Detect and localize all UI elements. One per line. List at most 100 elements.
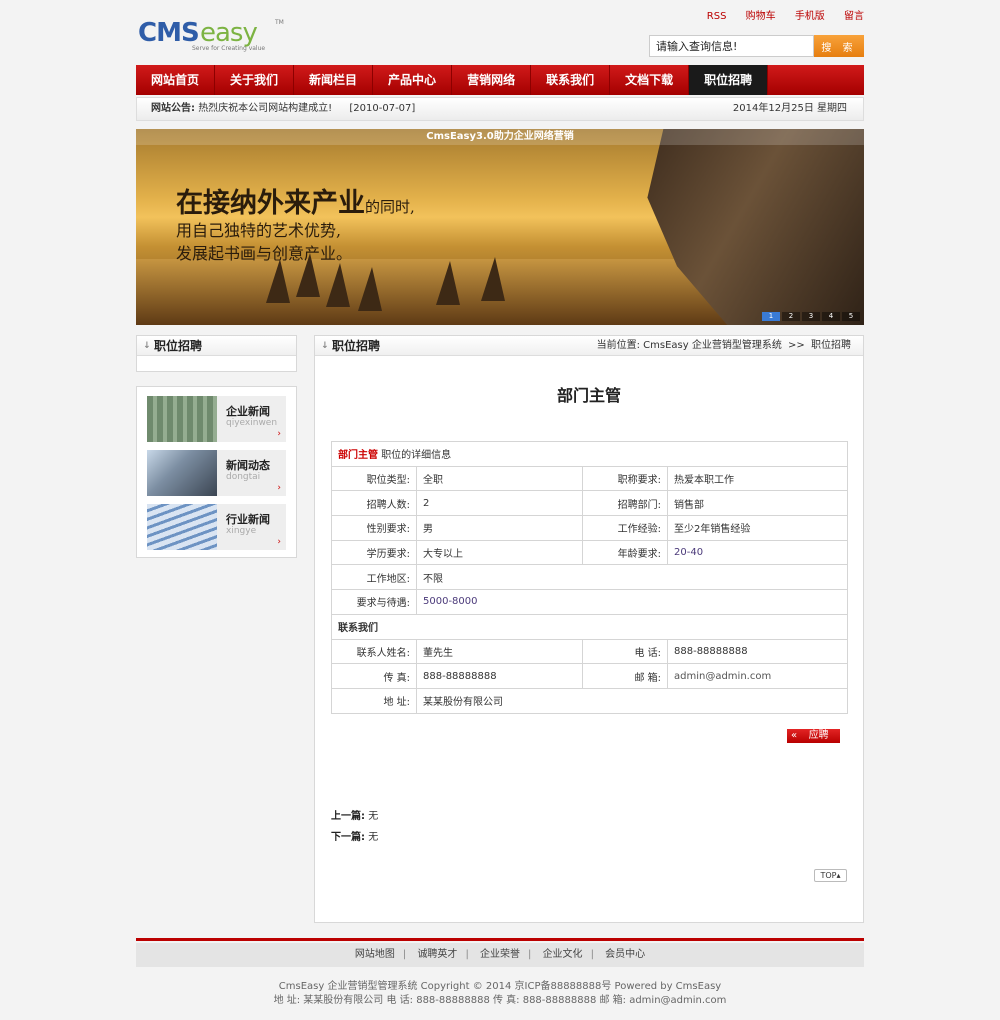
pager-dot-4[interactable]: 4 [822,312,840,321]
category-item[interactable]: 新闻动态 dongtai › [147,450,286,496]
pager-dot-3[interactable]: 3 [802,312,820,321]
detail-header: 部门主管 职位的详细信息 [331,441,848,467]
field-label: 年龄要求: [582,539,668,566]
rss-link[interactable]: RSS [707,11,727,22]
field-label: 邮 箱: [582,663,668,689]
search-input[interactable] [649,35,814,57]
nav-jobs[interactable]: 职位招聘 [689,65,769,95]
field-label: 联系人姓名: [331,638,417,665]
field-label: 地 址: [331,687,417,714]
field-value: 全职 [416,465,583,492]
nav-about[interactable]: 关于我们 [215,65,295,95]
field-label: 职称要求: [582,465,668,492]
search-bar: 搜 索 [649,35,864,57]
field-value: 热爱本职工作 [667,465,848,492]
nav-home[interactable]: 网站首页 [136,65,216,95]
sail-icon [436,261,460,305]
prev-next-links: 上一篇: 无 下一篇: 无 [331,806,378,848]
footer-link-member[interactable]: 会员中心 [605,949,645,960]
footer-link-culture[interactable]: 企业文化 [543,949,583,960]
prev-link[interactable]: 上一篇: 无 [331,806,378,827]
footer-link-honors[interactable]: 企业荣誉 [480,949,520,960]
banner-headline: 在接纳外来产业的同时, [176,188,415,219]
table-row: 联系人姓名: 董先生 电 话: 888-88888888 [331,638,848,665]
field-value: 销售部 [667,490,848,517]
field-label: 性别要求: [331,515,417,541]
breadcrumb-site[interactable]: CmsEasy 企业营销型管理系统 [643,340,782,351]
top-links: RSS 购物车 手机版 留言 [691,7,864,22]
logo-tagline: Serve for Creating value [192,45,265,52]
category-title: 企业新闻 [226,405,270,418]
nav-marketing[interactable]: 营销网络 [452,65,532,95]
svg-text:TM: TM [274,19,284,26]
main-title: 职位招聘 [332,339,381,353]
pager-dot-2[interactable]: 2 [782,312,800,321]
category-sub: xingye [226,526,257,536]
today-date: 2014年12月25日 星期四 [732,103,847,114]
category-item[interactable]: 企业新闻 qiyexinwen › [147,396,286,442]
nav-products[interactable]: 产品中心 [373,65,453,95]
field-label: 要求与待遇: [331,589,417,615]
field-value: 2 [416,490,583,517]
field-value: 不限 [416,564,848,591]
footer-links: 网站地图 | 诚聘英才 | 企业荣誉 | 企业文化 | 会员中心 [136,943,864,967]
message-link[interactable]: 留言 [844,11,864,22]
footer-link-jobs[interactable]: 诚聘英才 [417,949,457,960]
field-value: 5000-8000 [416,589,848,615]
main-title-bar: 职位招聘 当前位置: CmsEasy 企业营销型管理系统 >> 职位招聘 [315,336,863,356]
category-title: 新闻动态 [226,459,270,472]
back-to-top-button[interactable]: TOP▴ [814,869,847,882]
double-chevron-left-icon: « [791,730,798,741]
roof-panel-image [147,396,217,442]
breadcrumb: 当前位置: CmsEasy 企业营销型管理系统 >> 职位招聘 [597,336,851,356]
field-value: 888-88888888 [416,663,583,689]
breadcrumb-label: 当前位置: [596,340,640,351]
table-row: 招聘人数: 2 招聘部门: 销售部 [331,490,848,517]
footer-link-sitemap[interactable]: 网站地图 [355,949,395,960]
sail-icon [358,267,382,311]
nav-downloads[interactable]: 文档下载 [610,65,690,95]
cart-link[interactable]: 购物车 [746,11,776,22]
svg-text:easy: easy [200,18,257,48]
breadcrumb-current[interactable]: 职位招聘 [811,340,851,351]
contact-header: 联系我们 [331,613,848,640]
field-value: 某某股份有限公司 [416,687,848,714]
triangle-up-icon: ▴ [836,871,841,880]
sidebar-title-box: 职位招聘 [136,335,297,372]
mobile-link[interactable]: 手机版 [795,11,825,22]
banner-line-3: 发展起书画与创意产业。 [176,244,353,263]
field-label: 传 真: [331,663,417,689]
louver-image [147,504,217,550]
main-nav: 网站首页 关于我们 新闻栏目 产品中心 营销网络 联系我们 文档下载 职位招聘 [136,65,864,95]
arrow-right-icon: › [277,483,281,493]
notice-text[interactable]: 热烈庆祝本公司网站构建成立! [198,103,332,114]
next-link[interactable]: 下一篇: 无 [331,827,378,848]
cmseasy-logo[interactable]: CMS easy TM Serve for Creating value [136,14,286,54]
field-value: 董先生 [416,638,583,665]
table-row: 传 真: 888-88888888 邮 箱: admin@admin.com [331,663,848,689]
field-label: 招聘部门: [582,490,668,517]
banner[interactable]: CmsEasy3.0助力企业网络营销 在接纳外来产业的同时, 用自己独特的艺术优… [136,129,864,325]
field-value[interactable]: admin@admin.com [667,663,848,689]
field-value: 20-40 [667,539,848,566]
pager-dot-1[interactable]: 1 [762,312,780,321]
field-value: 大专以上 [416,539,583,566]
category-item[interactable]: 行业新闻 xingye › [147,504,286,550]
category-sub: dongtai [226,472,261,482]
nav-contact[interactable]: 联系我们 [531,65,611,95]
field-label: 学历要求: [331,539,417,566]
search-button[interactable]: 搜 索 [814,35,864,57]
sidebar-categories: 企业新闻 qiyexinwen › 新闻动态 dongtai › 行业新闻 xi… [136,386,297,558]
footer-divider [136,938,864,941]
table-row: 工作地区: 不限 [331,564,848,591]
footer-contact: 地 址: 某某股份有限公司 电 话: 888-88888888 传 真: 888… [273,995,727,1006]
field-label: 招聘人数: [331,490,417,517]
notice-label: 网站公告: [151,103,195,114]
breadcrumb-separator: >> [788,340,805,351]
arrow-right-icon: › [277,537,281,547]
pager-dot-5[interactable]: 5 [842,312,860,321]
sail-icon [266,259,290,303]
job-title: 部门主管 [556,386,621,405]
apply-button[interactable]: «应聘 [787,729,840,743]
nav-news[interactable]: 新闻栏目 [294,65,374,95]
